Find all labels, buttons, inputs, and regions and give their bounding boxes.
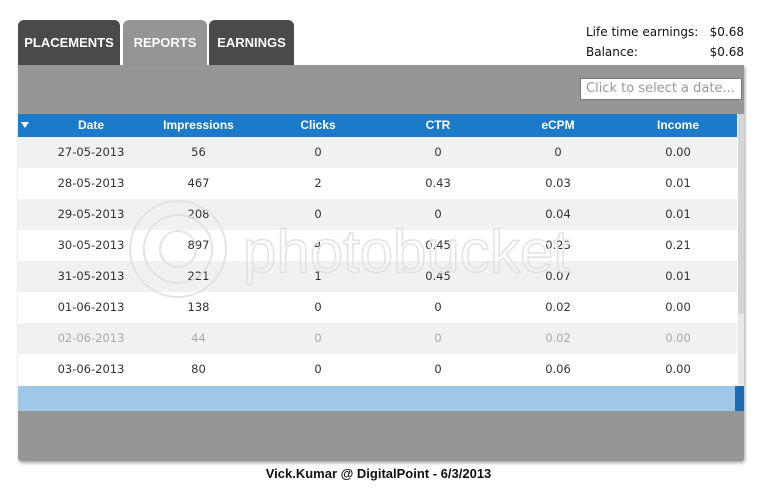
reports-table: Date Impressions Clicks CTR eCPM Income …	[18, 114, 744, 411]
cell-ecpm: 0.23	[545, 238, 571, 252]
cell-impressions: 897	[187, 238, 210, 252]
balance-value: $0.68	[709, 45, 744, 59]
cell-ctr: 0	[434, 331, 442, 345]
column-header-clicks[interactable]: Clicks	[259, 114, 377, 137]
column-header-ecpm[interactable]: eCPM	[499, 114, 617, 137]
table-row[interactable]: 28-05-2013 467 2 0.43 0.03 0.01	[18, 168, 737, 199]
cell-clicks: 0	[314, 207, 322, 221]
lifetime-earnings-label: Life time earnings:	[586, 25, 699, 39]
cell-income: 0.00	[665, 300, 691, 314]
cell-impressions: 138	[187, 300, 210, 314]
table-body: 27-05-2013 56 0 0 0 0.00 28-05-2013 467 …	[18, 137, 737, 385]
cell-income: 0.00	[665, 145, 691, 159]
column-header-impressions[interactable]: Impressions	[138, 114, 259, 137]
reports-panel: Click to select a date... Date Impressio…	[18, 65, 744, 461]
balance-label: Balance:	[586, 45, 638, 59]
cell-ctr: 0	[434, 207, 442, 221]
cell-ecpm: 0.02	[545, 300, 571, 314]
cell-clicks: 0	[314, 300, 322, 314]
image-caption: Vick.Kumar @ DigitalPoint - 6/3/2013	[265, 466, 492, 481]
cell-ecpm: 0	[554, 145, 562, 159]
table-row[interactable]: 30-05-2013 897 4 0.45 0.23 0.21	[18, 230, 737, 261]
cell-ctr: 0.43	[425, 176, 451, 190]
column-header-ctr[interactable]: CTR	[377, 114, 499, 137]
cell-ecpm: 0.02	[545, 331, 571, 345]
cell-ecpm: 0.03	[545, 176, 571, 190]
cell-ctr: 0	[434, 300, 442, 314]
table-row[interactable]: 27-05-2013 56 0 0 0 0.00	[18, 137, 737, 168]
table-row[interactable]: 02-06-2013 44 0 0 0.02 0.00	[18, 323, 737, 354]
cell-impressions: 221	[187, 269, 210, 283]
cell-ctr: 0.45	[425, 238, 451, 252]
date-picker-input[interactable]: Click to select a date...	[580, 78, 742, 100]
cell-clicks: 0	[314, 331, 322, 345]
selection-bar[interactable]	[18, 386, 744, 411]
table-row[interactable]: 29-05-2013 208 0 0 0.04 0.01	[18, 199, 737, 230]
earnings-summary: Life time earnings: $0.68 Balance: $0.68	[586, 23, 744, 63]
cell-ctr: 0	[434, 362, 442, 376]
cell-income: 0.00	[665, 331, 691, 345]
cell-ecpm: 0.04	[545, 207, 571, 221]
cell-clicks: 0	[314, 362, 322, 376]
lifetime-earnings-value: $0.68	[709, 25, 744, 39]
cell-income: 0.00	[665, 362, 691, 376]
vertical-scrollbar[interactable]	[738, 114, 744, 411]
cell-income: 0.01	[665, 269, 691, 283]
scrollbar-thumb[interactable]	[738, 114, 744, 314]
cell-clicks: 1	[314, 269, 322, 283]
cell-ctr: 0.45	[425, 269, 451, 283]
cell-impressions: 44	[191, 331, 206, 345]
cell-ecpm: 0.07	[545, 269, 571, 283]
cell-impressions: 467	[187, 176, 210, 190]
table-header: Date Impressions Clicks CTR eCPM Income	[18, 114, 737, 137]
selection-bar-handle[interactable]	[735, 386, 744, 411]
lifetime-earnings-row: Life time earnings: $0.68	[586, 23, 744, 43]
cell-income: 0.01	[665, 176, 691, 190]
table-row[interactable]: 31-05-2013 221 1 0.45 0.07 0.01	[18, 261, 737, 292]
cell-clicks: 2	[314, 176, 322, 190]
cell-impressions: 208	[187, 207, 210, 221]
tab-earnings[interactable]: EARNINGS	[209, 20, 294, 66]
cell-clicks: 0	[314, 145, 322, 159]
cell-clicks: 4	[314, 238, 322, 252]
tab-reports[interactable]: REPORTS	[123, 20, 207, 66]
balance-row: Balance: $0.68	[586, 43, 744, 63]
cell-income: 0.21	[665, 238, 691, 252]
table-row[interactable]: 03-06-2013 80 0 0 0.06 0.00	[18, 354, 737, 385]
tab-placements[interactable]: PLACEMENTS	[18, 20, 120, 66]
cell-impressions: 80	[191, 362, 206, 376]
cell-impressions: 56	[191, 145, 206, 159]
cell-income: 0.01	[665, 207, 691, 221]
table-row[interactable]: 01-06-2013 138 0 0 0.02 0.00	[18, 292, 737, 323]
cell-ctr: 0	[434, 145, 442, 159]
column-header-income[interactable]: Income	[617, 114, 739, 137]
cell-ecpm: 0.06	[545, 362, 571, 376]
